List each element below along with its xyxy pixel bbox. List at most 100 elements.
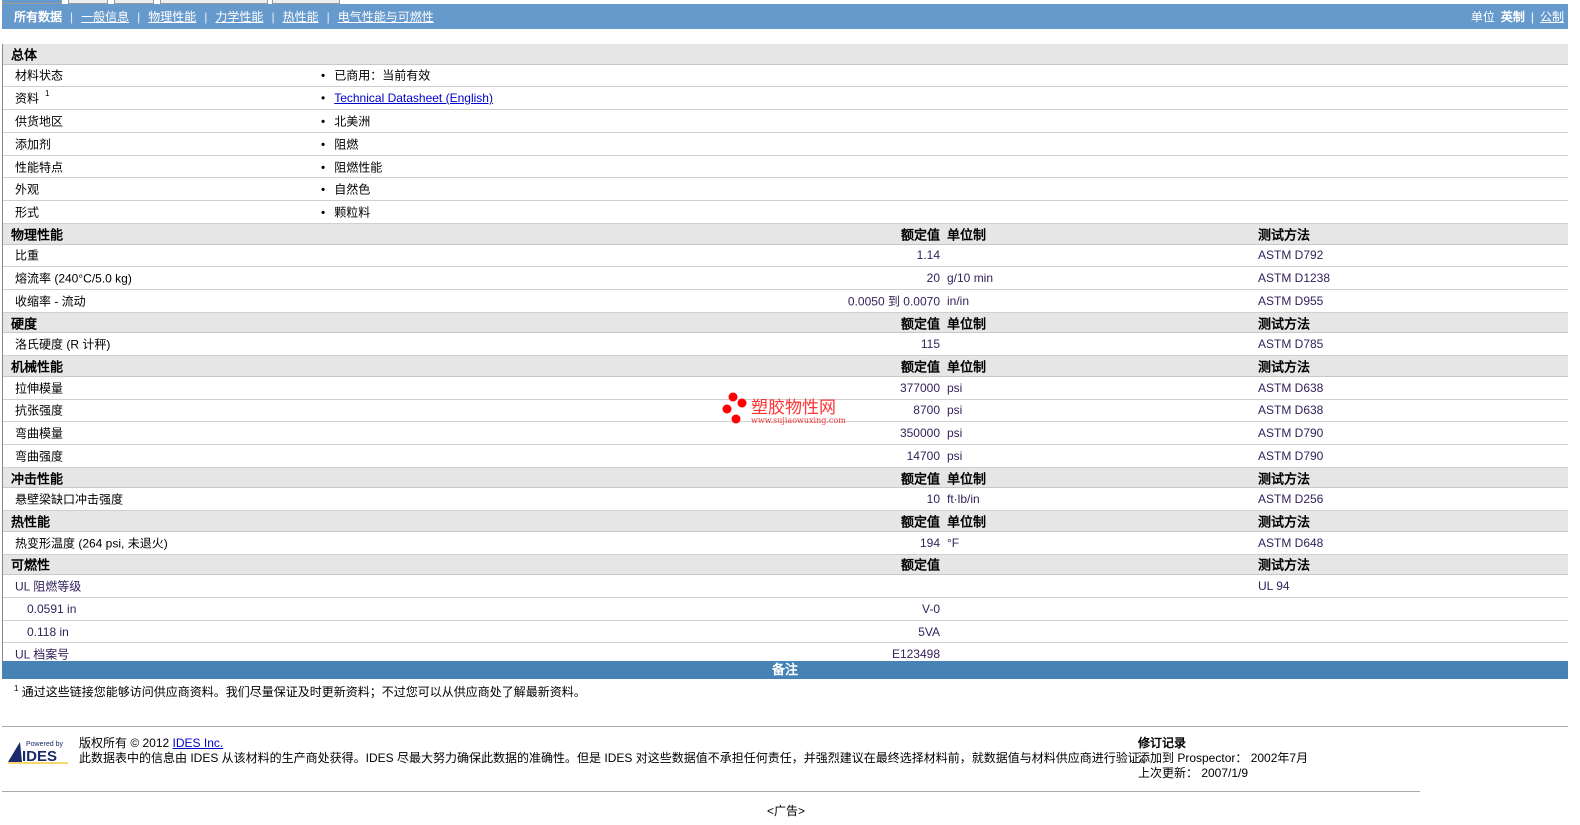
row-label: 热变形温度 (264 psi, 未退火) — [15, 536, 168, 551]
ides-logo: Powered byIDES — [8, 741, 68, 764]
section-title: 总体 — [11, 47, 38, 63]
section-header: 物理性能 额定值 单位制 测试方法 — [3, 224, 1568, 245]
row-value: 194 — [919, 535, 940, 550]
row-value: 377000 — [899, 380, 940, 395]
watermark-logo: 塑胶物性网 www.sujiaowuxing.com — [722, 392, 846, 425]
section-header: 热性能 额定值 单位制 测试方法 — [3, 511, 1568, 532]
footnote: 1 通过这些链接您能够访问供应商资料。我们尽量保证及时更新资料；不过您可以从供应… — [14, 684, 586, 699]
copyright: 版权所有 © 2012 IDES Inc. 此数据表中的信息由 IDES 从该材料… — [79, 736, 1152, 765]
row-method: ASTM D790 — [1258, 426, 1324, 441]
row-value: 14700 — [906, 449, 940, 464]
row-value: 0.0050 到 0.0070 — [847, 294, 940, 309]
table-row: 外观 自然色 — [3, 178, 1568, 202]
row-label: 0.0591 in — [27, 601, 77, 616]
row-method: ASTM D792 — [1258, 248, 1324, 263]
table-row: 热变形温度 (264 psi, 未退火) 194 °F ASTM D648 — [3, 531, 1568, 555]
row-value: 20 — [926, 271, 940, 286]
row-label: 材料状态 — [15, 68, 64, 83]
disclaimer: 此数据表中的信息由 IDES 从该材料的生产商处获得。IDES 尽最大努力确保此… — [79, 751, 1152, 765]
row-value: E123498 — [891, 647, 940, 662]
col-method: 测试方法 — [1258, 471, 1311, 487]
row-method: ASTM D648 — [1258, 535, 1324, 550]
table-row: 收缩率 - 流动 0.0050 到 0.0070 in/in ASTM D955 — [3, 290, 1568, 313]
row-value: Technical Datasheet (English) — [321, 91, 493, 105]
ides-link[interactable]: IDES Inc. — [173, 736, 224, 750]
nav-all-data[interactable]: 所有数据 — [14, 8, 62, 25]
col-unit: 单位制 — [947, 359, 987, 375]
table-row: 性能特点 阻燃性能 — [3, 155, 1568, 179]
row-label: 0.118 in — [27, 624, 69, 639]
row-label: 拉伸模量 — [15, 381, 64, 396]
row-unit: psi — [947, 380, 963, 395]
section-title: 冲击性能 — [11, 471, 64, 487]
unit-metric-link[interactable]: 公制 — [1540, 8, 1564, 25]
nav-general[interactable]: 一般信息 — [81, 8, 129, 25]
row-label: 弯曲强度 — [15, 449, 64, 464]
nav-mechanical[interactable]: 力学性能 — [215, 8, 263, 25]
table-row: 材料状态 已商用：当前有效 — [3, 64, 1568, 88]
svg-text:塑胶物性网: 塑胶物性网 — [751, 398, 836, 418]
row-value: 10 — [926, 492, 940, 507]
col-method: 测试方法 — [1258, 227, 1311, 243]
svg-text:IDES: IDES — [22, 748, 57, 764]
col-method: 测试方法 — [1258, 316, 1311, 332]
col-nominal: 额定值 — [900, 227, 940, 243]
unit-switch: 单位 英制 | 公制 — [1470, 8, 1564, 25]
row-method: ASTM D785 — [1258, 337, 1324, 352]
col-method: 测试方法 — [1258, 514, 1311, 530]
datasheet-link[interactable]: Technical Datasheet (English) — [334, 91, 493, 105]
table-row: 0.0591 in V-0 — [3, 597, 1568, 621]
row-unit: °F — [947, 535, 960, 550]
section-title: 可燃性 — [11, 557, 51, 573]
row-label: 洛氏硬度 (R 计秤) — [15, 337, 111, 352]
row-method: ASTM D638 — [1258, 403, 1324, 418]
table-row: 供货地区 北美洲 — [3, 110, 1568, 133]
section-title: 硬度 — [11, 316, 38, 332]
row-value: 颗粒料 — [321, 204, 370, 221]
table-row: UL 阻燃等级 UL 94 — [3, 575, 1568, 598]
table-row: 悬壁梁缺口冲击强度 10 ft·lb/in ASTM D256 — [3, 488, 1568, 512]
section-header: 冲击性能 额定值 单位制 测试方法 — [3, 467, 1568, 489]
row-unit: in/in — [947, 294, 970, 309]
unit-imperial: 英制 — [1500, 10, 1525, 24]
row-label: 资料 — [15, 91, 40, 106]
row-label: 供货地区 — [15, 114, 64, 129]
row-label: 外观 — [15, 182, 40, 197]
row-value: 350000 — [899, 426, 940, 441]
nav-thermal[interactable]: 热性能 — [283, 8, 319, 25]
row-value: 115 — [920, 337, 940, 352]
nav-electrical[interactable]: 电气性能与可燃性 — [338, 8, 434, 25]
col-unit: 单位制 — [947, 471, 987, 487]
section-title: 机械性能 — [11, 359, 64, 375]
row-label: 收缩率 - 流动 — [15, 294, 86, 309]
table-row: 添加剂 阻燃 — [3, 132, 1568, 156]
svg-text:www.sujiaowuxing.com: www.sujiaowuxing.com — [751, 416, 846, 425]
row-label: 弯曲模量 — [15, 426, 64, 441]
row-method: ASTM D955 — [1258, 294, 1324, 309]
svg-text:Powered by: Powered by — [26, 741, 63, 748]
table-row: 0.118 in 5VA — [3, 620, 1568, 644]
section-header: 可燃性 额定值 测试方法 — [3, 554, 1568, 576]
section-header: 机械性能 额定值 单位制 测试方法 — [3, 356, 1568, 377]
col-nominal: 额定值 — [900, 359, 940, 375]
row-unit: psi — [947, 449, 963, 464]
row-label: 性能特点 — [15, 160, 64, 175]
row-label: 悬壁梁缺口冲击强度 — [15, 492, 124, 507]
row-method: ASTM D790 — [1258, 449, 1324, 464]
section-header-general: 总体 — [3, 44, 1568, 65]
col-method: 测试方法 — [1258, 557, 1311, 573]
row-value: 自然色 — [321, 181, 370, 198]
col-nominal: 额定值 — [900, 514, 940, 530]
footnote-ref[interactable]: 1 — [45, 89, 49, 98]
row-unit: ft·lb/in — [947, 492, 980, 507]
col-nominal: 额定值 — [900, 557, 940, 573]
col-unit: 单位制 — [947, 514, 987, 530]
col-nominal: 额定值 — [900, 471, 940, 487]
table-row: 熔流率 (240°C/5.0 kg) 20 g/10 min ASTM D1238 — [3, 267, 1568, 291]
table-row: 形式 颗粒料 — [3, 201, 1568, 225]
nav-physical[interactable]: 物理性能 — [148, 8, 196, 25]
revision-history: 修订记录 添加到 Prospector： 2002年7月 上次更新： 2007/1/… — [1138, 736, 1309, 780]
table-row: 比重 1.14 ASTM D792 — [3, 244, 1568, 268]
row-label: 比重 — [15, 248, 40, 263]
row-label: 熔流率 (240°C/5.0 kg) — [15, 271, 132, 286]
